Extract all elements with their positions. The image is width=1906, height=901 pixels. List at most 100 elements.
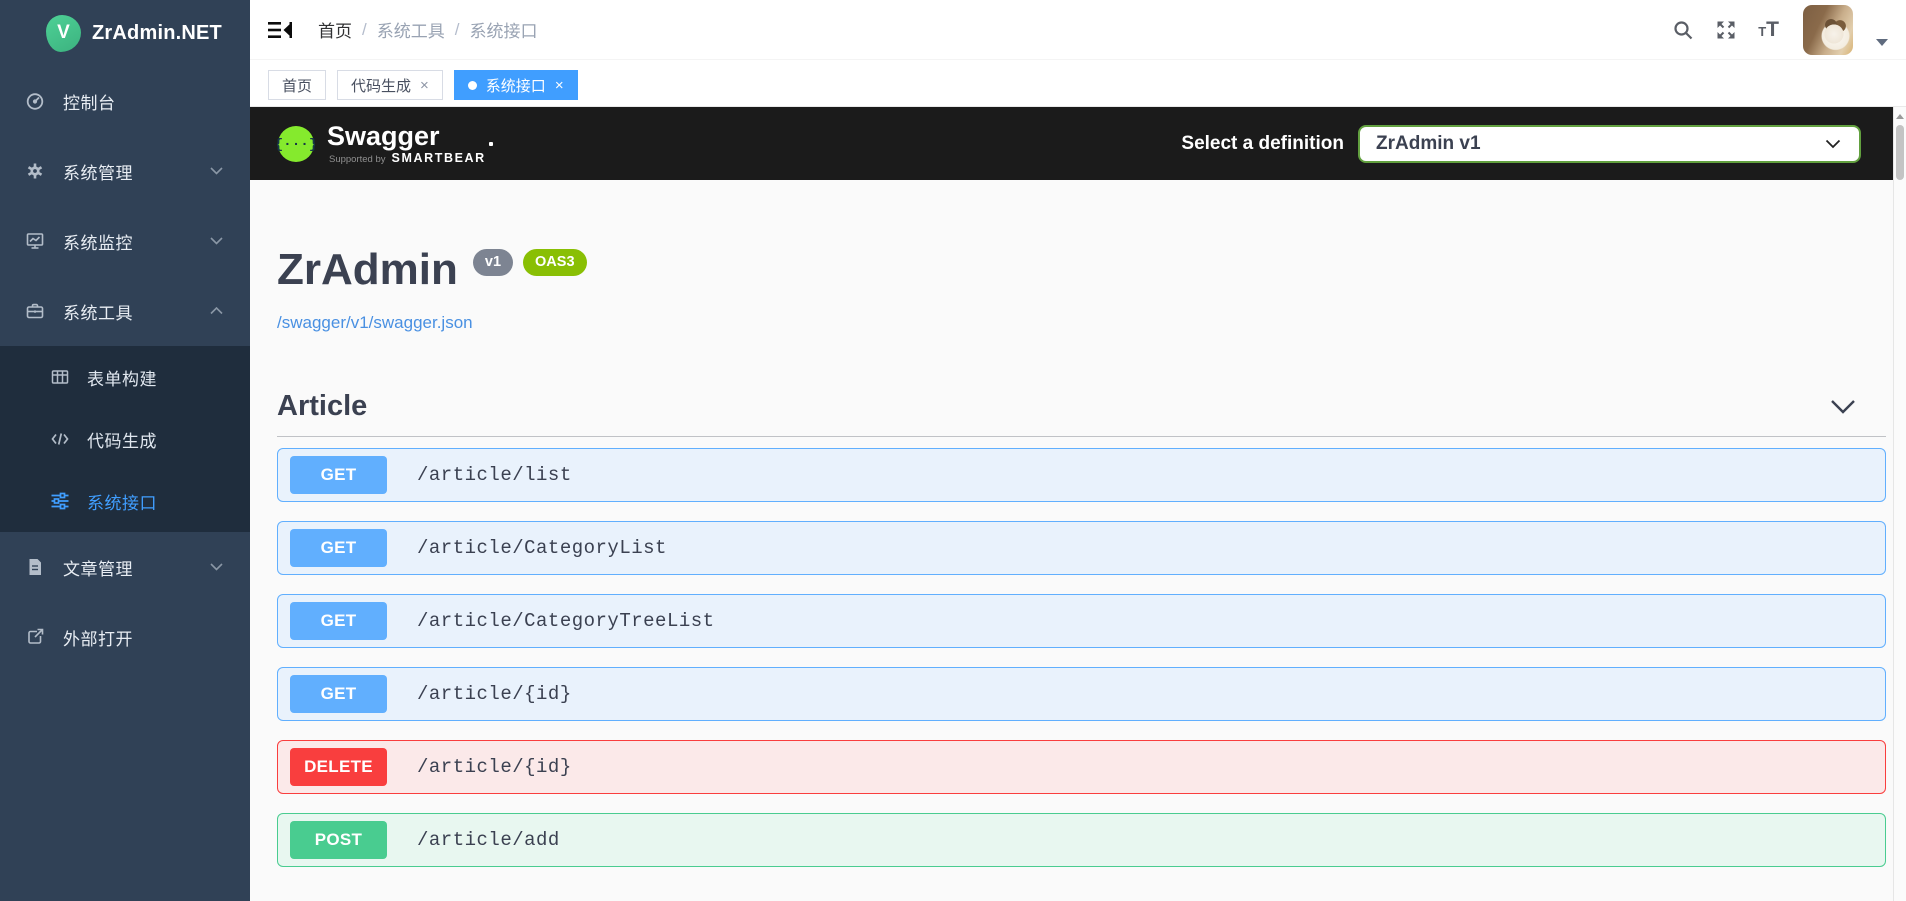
swagger-brand-text: Swagger Supported by SMARTBEAR (327, 122, 493, 165)
method-badge: GET (290, 456, 387, 494)
sidebar-item-label: 文章管理 (63, 559, 133, 579)
user-avatar[interactable] (1803, 4, 1853, 55)
chevron-down-icon (1825, 139, 1841, 148)
sidebar-item-label: 系统监控 (63, 233, 133, 253)
section-title: Article (277, 390, 368, 422)
chevron-down-icon (210, 237, 223, 245)
chevron-up-icon (210, 307, 223, 315)
gear-icon (27, 163, 43, 179)
section-article-header[interactable]: Article (277, 390, 1886, 423)
dashboard-icon (26, 93, 44, 110)
endpoint-path: /article/list (417, 464, 572, 486)
scrollbar-up-arrow-icon[interactable] (1896, 114, 1904, 119)
search-icon (1674, 20, 1693, 39)
breadcrumb-page: 系统接口 (469, 22, 538, 41)
app-title: ZrAdmin.NET (92, 21, 222, 44)
api-title: ZrAdmin (277, 245, 458, 294)
monitor-icon (26, 233, 44, 249)
sidebar-item-label: 控制台 (63, 93, 116, 113)
font-size-button[interactable]: TT (1758, 18, 1779, 42)
breadcrumb-home[interactable]: 首页 (318, 17, 352, 42)
fullscreen-icon (1717, 21, 1735, 38)
endpoint-row-get-article-categorytreelist[interactable]: GET /article/CategoryTreeList (277, 594, 1886, 648)
method-badge: GET (290, 602, 387, 640)
sidebar-fold-button[interactable] (268, 19, 292, 41)
top-navbar: 首页 / 系统工具 / 系统接口 TT (250, 0, 1906, 60)
avatar-caret-icon[interactable] (1876, 39, 1888, 46)
sidebar-item-label: 外部打开 (63, 629, 133, 649)
tab-system-api[interactable]: 系统接口 × (453, 70, 578, 100)
endpoint-row-post-article-add[interactable]: POST /article/add (277, 813, 1886, 867)
breadcrumb-separator: / (362, 19, 367, 39)
endpoint-row-delete-article-id[interactable]: DELETE /article/{id} (277, 740, 1886, 794)
sidebar-item-system-manage[interactable]: 系统管理 (0, 136, 250, 206)
svg-text:{···}: {···} (277, 136, 315, 152)
endpoint-row-get-article-list[interactable]: GET /article/list (277, 448, 1886, 502)
briefcase-icon (26, 303, 44, 319)
sidebar-item-label: 系统管理 (63, 163, 133, 183)
code-icon (51, 433, 69, 445)
endpoint-row-get-article-categorylist[interactable]: GET /article/CategoryList (277, 521, 1886, 575)
method-badge: POST (290, 821, 387, 859)
smartbear-label: SMARTBEAR (391, 151, 486, 165)
sidebar-submenu-tools: 表单构建 代码生成 系统接口 (0, 346, 250, 532)
sidebar-item-dashboard[interactable]: 控制台 (0, 66, 250, 136)
section-collapse-chevron-icon[interactable] (1830, 399, 1856, 414)
close-icon[interactable]: × (420, 78, 429, 93)
sidebar-item-code-generator[interactable]: 代码生成 (0, 408, 250, 470)
hamburger-fold-icon (268, 21, 292, 38)
breadcrumb: 首页 / 系统工具 / 系统接口 (318, 17, 537, 42)
definition-select-group: Select a definition ZrAdmin v1 (1181, 124, 1861, 163)
swagger-brand[interactable]: {···} Swagger Supported by SMARTBEAR (277, 122, 493, 165)
section-article: Article GET /article/list GET /article/C… (277, 390, 1886, 867)
active-dot-icon (467, 80, 477, 90)
sidebar-item-system-monitor[interactable]: 系统监控 (0, 206, 250, 276)
app-logo[interactable]: V ZrAdmin.NET (0, 0, 250, 66)
swagger-brand-name: Swagger (327, 122, 493, 150)
oas3-badge: OAS3 (523, 249, 587, 276)
grid-icon (51, 370, 69, 384)
tab-home[interactable]: 首页 (268, 70, 327, 100)
endpoint-path: /article/{id} (417, 756, 572, 778)
logo-icon: V (46, 14, 81, 52)
spec-json-link[interactable]: /swagger/v1/swagger.json (277, 313, 473, 333)
close-icon[interactable]: × (555, 78, 564, 93)
fullscreen-button[interactable] (1715, 19, 1737, 41)
sidebar: V ZrAdmin.NET 控制台 系统管理 系统监控 系统工具 表单构建 代码… (0, 0, 250, 901)
swagger-logo-icon: {···} (277, 125, 315, 162)
search-button[interactable] (1672, 19, 1694, 41)
endpoint-row-get-article-id[interactable]: GET /article/{id} (277, 667, 1886, 721)
tab-label: 系统接口 (485, 77, 546, 95)
swagger-topbar: {···} Swagger Supported by SMARTBEAR Sel… (250, 107, 1893, 180)
breadcrumb-separator: / (454, 19, 460, 39)
swagger-content: ZrAdmin v1 OAS3 /swagger/v1/swagger.json… (250, 180, 1906, 867)
sidebar-item-article-manage[interactable]: 文章管理 (0, 532, 250, 602)
sidebar-item-system-api[interactable]: 系统接口 (0, 470, 250, 532)
sidebar-item-label: 系统接口 (87, 493, 157, 513)
tab-label: 首页 (282, 77, 313, 95)
sidebar-item-system-tools[interactable]: 系统工具 (0, 276, 250, 346)
sidebar-item-open-external[interactable]: 外部打开 (0, 602, 250, 672)
sliders-icon (51, 492, 69, 510)
sidebar-menu: 控制台 系统管理 系统监控 系统工具 表单构建 代码生成 系统接口 文章管理 外… (0, 66, 250, 672)
vertical-scrollbar[interactable] (1893, 107, 1906, 901)
endpoint-path: /article/{id} (417, 683, 572, 705)
endpoint-path: /article/add (417, 829, 560, 851)
endpoint-list: GET /article/list GET /article/CategoryL… (277, 437, 1886, 867)
font-size-small-glyph: T (1758, 23, 1767, 39)
definition-select[interactable]: ZrAdmin v1 (1358, 124, 1861, 163)
document-icon (29, 559, 41, 575)
endpoint-path: /article/CategoryTreeList (417, 610, 715, 632)
method-badge: DELETE (290, 748, 387, 786)
scrollbar-thumb[interactable] (1896, 125, 1904, 180)
breadcrumb-section: 系统工具 (376, 22, 445, 41)
main-area: 首页 / 系统工具 / 系统接口 TT 首页 代码生成 × 系统接口 × ···… (250, 0, 1906, 901)
chevron-down-icon (210, 167, 223, 175)
sidebar-item-form-builder[interactable]: 表单构建 (0, 346, 250, 408)
tab-code-generator[interactable]: 代码生成 × (337, 70, 443, 100)
sidebar-item-label: 系统工具 (63, 303, 133, 323)
definition-select-label: Select a definition (1181, 132, 1344, 154)
logo-letter: V (57, 22, 70, 43)
endpoint-path: /article/CategoryList (417, 537, 667, 559)
api-info: ZrAdmin v1 OAS3 /swagger/v1/swagger.json (277, 180, 1886, 333)
